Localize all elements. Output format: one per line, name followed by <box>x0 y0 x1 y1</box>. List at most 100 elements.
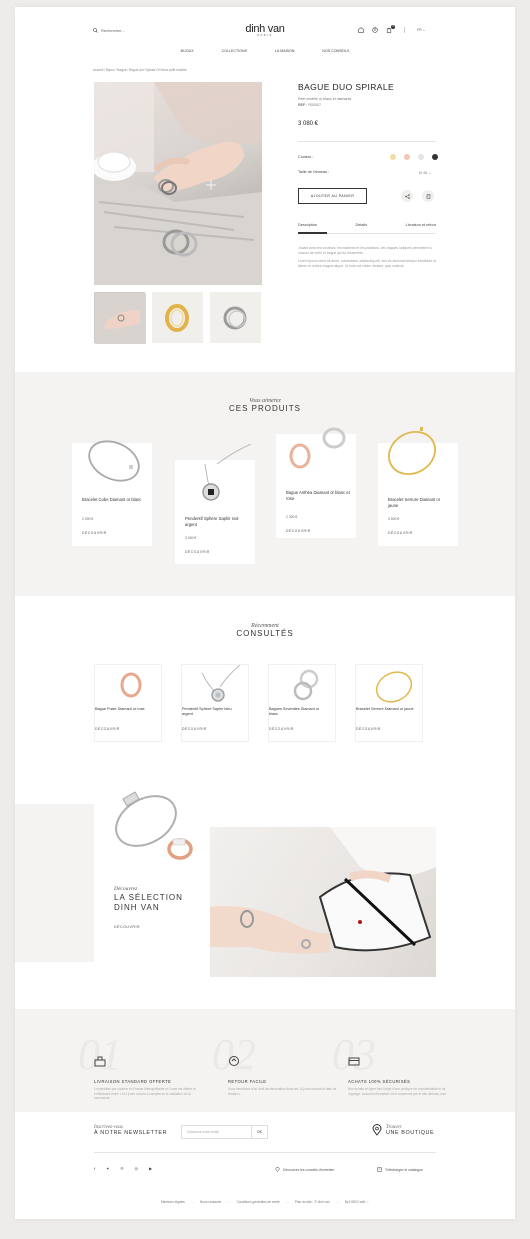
pinterest-icon[interactable]: ℗ <box>120 1166 123 1171</box>
description-paragraph-1: Jouant avec les couleurs, les matières e… <box>298 246 432 255</box>
product-card-name: Bracelet Cube Diamant or blanc <box>82 497 142 502</box>
wishlist-button[interactable] <box>422 190 434 202</box>
newsletter-submit-button[interactable]: OK <box>252 1125 268 1139</box>
product-card-link[interactable]: DÉCOUVRIR <box>286 529 311 533</box>
color-swatch-yellow-gold[interactable] <box>390 154 396 160</box>
product-image-rings-seventies <box>293 669 319 701</box>
language-selector[interactable]: FR ⌄ <box>417 28 425 32</box>
tab-description[interactable]: Description <box>298 223 317 227</box>
reassurance-text: Vous bénéficiez d'un droit de rétractati… <box>228 1087 337 1096</box>
price-divider <box>298 141 436 142</box>
color-swatch-white-gold[interactable] <box>418 154 424 160</box>
tab-shipping-returns[interactable]: Livraison et retour <box>406 223 436 227</box>
discover-title-2: DINH VAN <box>114 903 160 912</box>
recent-card[interactable]: Pendentif Sphère Saphir bleu argent DÉCO… <box>181 664 249 742</box>
recent-card-link[interactable]: DÉCOUVRIR <box>182 727 207 731</box>
ref-value: R00007 <box>308 103 321 107</box>
size-select[interactable]: Ø 48 ⌄ <box>419 170 431 175</box>
product-card-link[interactable]: DÉCOUVRIR <box>185 550 210 554</box>
chevron-down-icon: ⌄ <box>422 28 426 32</box>
tab-active-indicator <box>298 232 327 234</box>
product-ref: REF : R00007 <box>298 102 351 108</box>
breadcrumb[interactable]: Accueil / Bijoux / Bague / Bague duo Spi… <box>93 68 187 72</box>
recent-card[interactable]: Bague Pulse Diamant or rose DÉCOUVRIR <box>94 664 162 742</box>
catalog-icon <box>377 1167 382 1172</box>
share-button[interactable] <box>401 190 413 202</box>
product-subtitle: Petit modèle or blanc et diamants REF : … <box>298 96 351 108</box>
footer-link-legal[interactable]: Mentions légales <box>161 1200 185 1204</box>
instagram-icon[interactable]: ◎ <box>134 1166 138 1171</box>
newsletter-heading: Inscrivez-vous À NOTRE NEWSLETTER <box>94 1125 167 1136</box>
store-locator-link[interactable]: Trouver UNE BOUTIQUE <box>372 1124 434 1136</box>
discover-link[interactable]: DÉCOUVRIR <box>114 925 140 929</box>
footer-link-credits[interactable]: By DOKO with ♡ <box>345 1200 369 1204</box>
footer-link-terms[interactable]: Conditions générales de vente <box>237 1200 280 1204</box>
product-image-bracelet-serrure-gold <box>375 671 413 703</box>
youtube-icon[interactable]: ▶ <box>149 1166 152 1171</box>
catalog-download-link[interactable]: Téléchargez le catalogue <box>377 1167 423 1172</box>
product-card[interactable]: Bracelet Cube Diamant or blanc 2 000 € D… <box>72 440 152 546</box>
add-to-cart-button[interactable]: AJOUTER AU PANIER <box>298 188 367 204</box>
product-main-image[interactable] <box>94 82 262 285</box>
footer-separator: — <box>285 1200 289 1204</box>
social-links: f ✦ ℗ ◎ ▶ <box>94 1166 152 1171</box>
newsletter-email-input[interactable]: Saisissez votre email <box>181 1125 252 1139</box>
recent-card[interactable]: Bracelet Serrure Diamant or jaune DÉCOUV… <box>355 664 423 742</box>
product-card-link[interactable]: DÉCOUVRIR <box>82 531 107 535</box>
map-pin-icon <box>372 1124 382 1136</box>
store-locator-icon[interactable] <box>358 27 364 33</box>
color-swatch-rose-gold[interactable] <box>404 154 410 160</box>
product-thumbnail-2[interactable] <box>152 292 203 343</box>
reassurance-text: Nos achats en ligne font l'objet d'une p… <box>348 1087 447 1096</box>
color-swatch-black[interactable] <box>432 154 438 160</box>
footer-link-contact[interactable]: Nous contacter <box>200 1200 221 1204</box>
recent-card-link[interactable]: DÉCOUVRIR <box>356 727 381 731</box>
return-icon <box>229 1056 239 1066</box>
product-card-name: Bracelet Serrure Diamant or jaune <box>388 497 441 508</box>
footer-links: Mentions légales — Nous contacter — Cond… <box>15 1200 515 1204</box>
recent-heading: Récemment CONSULTÉS <box>15 623 515 638</box>
cart-button[interactable]: 0 <box>386 25 395 33</box>
discover-lifestyle-image <box>210 827 436 977</box>
logo[interactable]: dinh van PARIS <box>15 23 515 37</box>
product-image-ring-pulse <box>120 672 142 698</box>
description-paragraph-2: Lorem ipsum dolor sit amet, consectetur … <box>298 259 436 268</box>
product-card[interactable]: Pendentif Sphère Saphir noir argent 3 00… <box>175 444 255 564</box>
tab-details[interactable]: Détails <box>356 223 368 227</box>
care-advice-link[interactable]: Découvrez les conseils d'entretien <box>275 1167 334 1172</box>
reassurance-title: ACHATS 100% SÉCURISÉS <box>348 1079 411 1084</box>
nav-item-nos-conseils[interactable]: NOS CONSEILS <box>322 49 349 53</box>
size-value: Ø 48 <box>419 171 428 175</box>
catalog-label: Téléchargez le catalogue <box>385 1167 423 1172</box>
twitter-icon[interactable]: ✦ <box>106 1166 109 1171</box>
discover-card[interactable]: Découvrez LA SÉLECTION DINH VAN DÉCOUVRI… <box>94 791 208 954</box>
nav-item-bijoux[interactable]: BIJOUX <box>181 49 194 53</box>
product-card[interactable]: Bracelet Serrure Diamant or jaune 3 500 … <box>378 427 458 546</box>
credits-label: By DOKO with <box>344 1200 366 1204</box>
product-card-price: 3 500 € <box>388 517 400 521</box>
product-title: BAGUE DUO SPIRALE <box>298 82 395 92</box>
product-card-link[interactable]: DÉCOUVRIR <box>388 531 413 535</box>
nav-item-la-maison[interactable]: LA MAISON <box>275 49 294 53</box>
facebook-icon[interactable]: f <box>94 1166 95 1171</box>
header-icons: 0 FR ⌄ <box>358 25 425 33</box>
product-card-price: 2 300 € <box>286 515 298 519</box>
recent-card[interactable]: Bagues Seventies Diamant or blanc DÉCOUV… <box>268 664 336 742</box>
discover-grey-panel <box>15 804 94 962</box>
recent-card-name: Bagues Seventies Diamant or blanc <box>269 707 320 716</box>
footer-separator: — <box>190 1200 194 1204</box>
product-thumbnail-1[interactable] <box>94 292 146 344</box>
account-icon[interactable] <box>372 27 378 33</box>
recent-card-link[interactable]: DÉCOUVRIR <box>95 727 120 731</box>
product-image-bracelet-serrure <box>388 427 436 475</box>
recent-card-name: Bague Pulse Diamant or rose <box>95 707 145 711</box>
nav-item-collections[interactable]: COLLECTIONS <box>222 49 247 53</box>
product-card[interactable]: Bague Anthéa Diamant or blanc et rose 2 … <box>276 427 356 538</box>
secure-payment-icon <box>348 1057 360 1066</box>
product-thumbnail-3[interactable] <box>210 292 261 343</box>
footer-link-sitemap[interactable]: Plan du site - © dinh van <box>295 1200 330 1204</box>
recent-card-link[interactable]: DÉCOUVRIR <box>269 727 294 731</box>
diamond-icon <box>275 1167 280 1172</box>
footer-separator: — <box>335 1200 339 1204</box>
chevron-down-icon: ⌄ <box>428 171 432 175</box>
